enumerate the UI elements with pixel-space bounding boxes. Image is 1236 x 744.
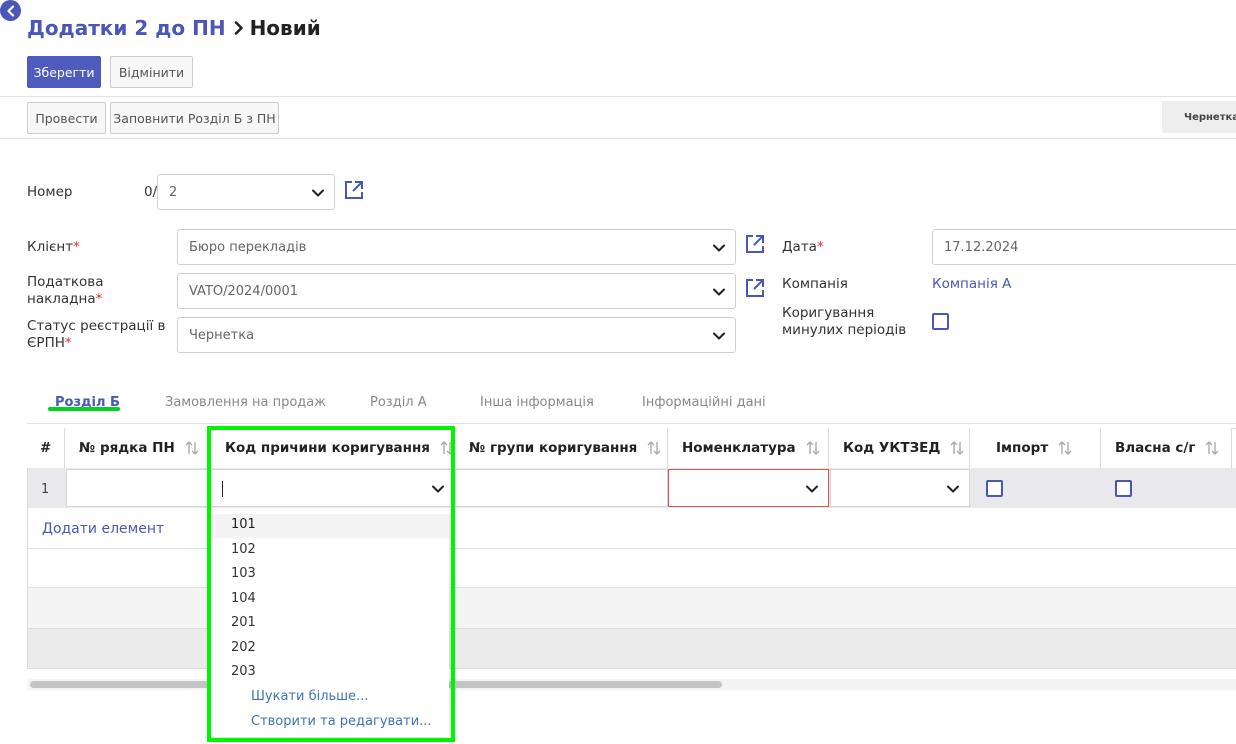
discard-button[interactable]: Відмінити [110,56,193,88]
number-prefix: 0/ [144,184,158,200]
row-number: 1 [41,482,50,497]
external-link-icon[interactable] [745,278,765,298]
sort-icon [1205,440,1219,456]
divider [0,138,1236,139]
sort-icon [950,440,964,456]
client-label: Клієнт* [27,239,80,255]
column-header-invoice-line[interactable]: № рядка ПН [65,428,211,468]
client-value: Бюро перекладів [189,239,307,255]
active-tab-underline [48,407,120,411]
column-header-import[interactable]: Імпорт [970,428,1101,468]
dropdown-option[interactable]: 203 [231,664,256,679]
add-row [28,508,1236,548]
tax-invoice-label: Податкова накладна* [27,274,104,307]
external-link-icon[interactable] [344,180,364,200]
tab-section-a[interactable]: Розділ А [370,395,427,410]
chevron-down-icon [713,288,725,296]
correction-checkbox[interactable] [932,313,949,330]
tax-invoice-select[interactable]: VATO/2024/0001 [177,273,736,309]
column-header-own-agri[interactable]: Власна с/г [1101,428,1232,468]
dropdown-option[interactable]: 201 [231,615,256,630]
breadcrumb: Додатки 2 до ПН Новий [27,16,321,40]
save-button[interactable]: Зберегти [27,56,101,88]
search-more-link[interactable]: Шукати більше... [251,689,368,704]
dropdown-option[interactable]: 103 [231,566,256,581]
chevron-down-icon [947,485,959,493]
breadcrumb-current: Новий [249,16,321,40]
post-button[interactable]: Провести [27,102,106,134]
add-item-link[interactable]: Додати елемент [42,521,164,537]
product-select[interactable] [668,469,829,507]
tab-sales-orders[interactable]: Замовлення на продаж [165,395,326,410]
column-header-product[interactable]: Номенклатура [668,428,829,468]
create-edit-link[interactable]: Створити та редагувати... [251,714,432,729]
invoice-line-input[interactable] [66,469,211,507]
tax-invoice-value: VATO/2024/0001 [189,283,299,299]
chevron-down-icon [713,244,725,252]
import-checkbox[interactable] [986,480,1003,497]
date-input[interactable]: 17.12.2024 [932,229,1236,265]
dropdown-option[interactable]: 104 [231,591,256,606]
sort-icon [647,440,661,456]
dropdown-option[interactable]: 202 [231,640,256,655]
number-value: 2 [169,184,178,200]
chevron-down-icon [806,485,818,493]
date-value: 17.12.2024 [944,239,1019,255]
sort-icon [1058,440,1072,456]
dropdown-option[interactable]: 101 [231,517,256,532]
column-header-reason-code[interactable]: Код причини коригування [211,428,455,468]
chevron-right-icon [234,21,244,35]
sort-icon [440,440,454,456]
breadcrumb-parent-link[interactable]: Додатки 2 до ПН [27,16,226,40]
reason-code-dropdown: 101 102 103 104 201 202 203 Шукати більш… [211,511,449,737]
external-link-icon[interactable] [745,234,765,254]
empty-row [28,548,1236,587]
empty-row [28,587,1236,628]
company-link[interactable]: Компанія А [932,276,1011,293]
client-select[interactable]: Бюро перекладів [177,229,736,265]
dropdown-option[interactable]: 102 [231,542,256,557]
column-header-uktzed[interactable]: Код УКТЗЕД [829,428,970,468]
chevron-down-icon [432,485,444,493]
number-select[interactable]: 2 [157,174,335,210]
reg-status-value: Чернетка [189,327,255,343]
chevron-down-icon [713,332,725,340]
fill-section-b-button[interactable]: Заповнити Розділ Б з ПН [110,102,279,134]
reg-status-label: Статус реєстрації в ЄРПН* [27,318,166,351]
own-agri-checkbox[interactable] [1115,480,1132,497]
chevron-down-icon [312,189,324,197]
uktzed-select[interactable] [830,469,970,507]
column-header-group-number[interactable]: № групи коригування [455,428,668,468]
tabs-divider [27,423,1236,424]
tab-other-info[interactable]: Інша інформація [480,395,594,410]
number-label: Номер [27,184,73,200]
sort-icon [185,440,199,456]
back-button[interactable] [0,0,21,21]
table-footer [28,628,1236,668]
divider [0,96,1236,97]
column-header-index: # [27,428,65,468]
tab-info-data[interactable]: Інформаційні дані [642,395,766,410]
sort-icon [806,440,820,456]
date-label: Дата* [782,239,824,255]
reg-status-select[interactable]: Чернетка [177,317,736,353]
text-cursor [222,481,223,497]
chevron-left-icon [6,4,14,17]
status-draft[interactable]: Чернетка [1162,101,1236,133]
company-label: Компанія [782,276,848,292]
group-number-input[interactable] [455,469,668,507]
reason-code-input[interactable] [211,469,455,507]
lines-table: # № рядка ПН Код причини коригування № г… [27,428,1236,669]
correction-label: Коригування минулих періодів [782,305,907,338]
